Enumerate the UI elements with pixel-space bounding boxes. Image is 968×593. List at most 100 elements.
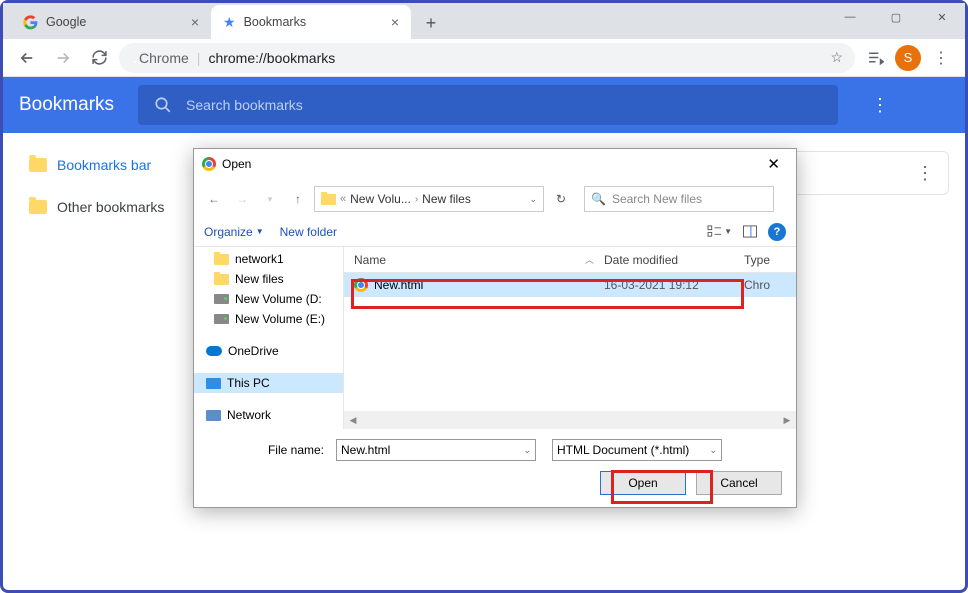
row-menu-button[interactable]: ⋮ (916, 163, 934, 184)
search-placeholder: Search New files (612, 192, 702, 206)
folder-icon (29, 158, 47, 172)
filename-input[interactable]: New.html⌄ (336, 439, 536, 461)
chevron-down-icon: ⌄ (709, 445, 717, 456)
breadcrumb-segment[interactable]: New Volu... (350, 192, 411, 206)
column-date[interactable]: Date modified (604, 253, 744, 267)
new-folder-button[interactable]: New folder (280, 225, 337, 239)
chrome-icon (202, 157, 216, 171)
google-icon (23, 15, 38, 30)
breadcrumb-prefix: « (340, 193, 346, 205)
dialog-nav-bar: ← → ▾ ↑ « New Volu... › New files ⌄ ↻ 🔍 … (194, 181, 796, 217)
dialog-footer: File name: New.html⌄ HTML Document (*.ht… (194, 429, 796, 507)
divider: | (197, 50, 201, 66)
tree-item[interactable]: New Volume (D: (194, 289, 343, 309)
tree-item[interactable]: network1 (194, 249, 343, 269)
omnibox[interactable]: Chrome | chrome://bookmarks ☆ (119, 43, 855, 73)
horizontal-scrollbar[interactable]: ◀ ▶ (344, 411, 796, 429)
search-icon (154, 96, 172, 114)
back-button[interactable] (11, 42, 43, 74)
profile-avatar[interactable]: S (895, 45, 921, 71)
sidebar-item-bookmarks-bar[interactable]: Bookmarks bar (19, 151, 189, 179)
file-row[interactable]: New.html 16-03-2021 19:12 Chro (344, 273, 796, 297)
file-list: Name︿ Date modified Type New.html 16-03-… (344, 247, 796, 429)
chevron-down-icon[interactable]: ⌄ (529, 194, 537, 205)
scroll-track[interactable] (362, 412, 778, 428)
bookmarks-sidebar: Bookmarks bar Other bookmarks (19, 151, 189, 221)
breadcrumb-segment[interactable]: New files (422, 192, 471, 206)
media-control-icon[interactable] (859, 42, 891, 74)
refresh-button[interactable]: ↻ (548, 186, 574, 212)
open-button[interactable]: Open (600, 471, 686, 495)
chrome-menu-button[interactable]: ⋮ (925, 42, 957, 74)
search-icon: 🔍 (591, 192, 606, 206)
help-button[interactable]: ? (768, 223, 786, 241)
bookmarks-menu-button[interactable]: ⋮ (862, 87, 898, 123)
close-button[interactable]: ✕ (919, 1, 965, 33)
view-mode-button[interactable]: ▼ (707, 225, 732, 238)
search-bookmarks[interactable] (138, 85, 838, 125)
tab-label: Google (46, 15, 86, 29)
tab-google[interactable]: Google × (11, 5, 211, 39)
browser-tabs-bar: Google × ★ Bookmarks × + — ▢ ✕ (3, 3, 965, 39)
address-prefix: Chrome (139, 50, 189, 66)
dialog-body: network1 New files New Volume (D: New Vo… (194, 247, 796, 429)
search-input[interactable] (186, 97, 822, 113)
tree-item-this-pc[interactable]: This PC (194, 373, 343, 393)
new-tab-button[interactable]: + (417, 9, 445, 37)
drive-icon (214, 314, 229, 324)
preview-pane-button[interactable] (742, 225, 758, 238)
folder-tree: network1 New files New Volume (D: New Vo… (194, 247, 344, 429)
forward-button[interactable] (47, 42, 79, 74)
cancel-button[interactable]: Cancel (696, 471, 782, 495)
tree-item[interactable]: New Volume (E:) (194, 309, 343, 329)
chrome-icon (354, 278, 368, 292)
file-type: Chro (744, 278, 796, 292)
scroll-right-button[interactable]: ▶ (778, 412, 796, 428)
tree-item-network[interactable]: Network (194, 405, 343, 425)
dialog-titlebar: Open ✕ (194, 149, 796, 179)
reload-button[interactable] (83, 42, 115, 74)
star-icon[interactable]: ☆ (830, 49, 843, 66)
column-name[interactable]: Name︿ (354, 253, 604, 267)
folder-icon (321, 194, 336, 205)
drive-icon (214, 294, 229, 304)
nav-recent-button[interactable]: ▾ (258, 187, 282, 211)
sidebar-item-other-bookmarks[interactable]: Other bookmarks (19, 193, 189, 221)
file-type-select[interactable]: HTML Document (*.html)⌄ (552, 439, 722, 461)
folder-icon (214, 254, 229, 265)
tab-bookmarks[interactable]: ★ Bookmarks × (211, 5, 411, 39)
pc-icon (206, 378, 221, 389)
tree-item-onedrive[interactable]: OneDrive (194, 341, 343, 361)
nav-back-button[interactable]: ← (202, 187, 226, 211)
close-icon[interactable]: × (391, 14, 399, 30)
tab-label: Bookmarks (244, 15, 307, 29)
bookmarks-header: Bookmarks ⋮ (3, 77, 965, 133)
page-title: Bookmarks (19, 94, 114, 116)
breadcrumb-path[interactable]: « New Volu... › New files ⌄ (314, 186, 544, 212)
chevron-down-icon[interactable]: ⌄ (523, 445, 531, 456)
chevron-down-icon: ▼ (256, 227, 264, 236)
dialog-search[interactable]: 🔍 Search New files (584, 186, 774, 212)
folder-icon (29, 200, 47, 214)
maximize-button[interactable]: ▢ (873, 1, 919, 33)
column-type[interactable]: Type (744, 253, 796, 267)
star-icon: ★ (223, 14, 236, 31)
nav-up-button[interactable]: ↑ (286, 187, 310, 211)
cloud-icon (206, 346, 222, 356)
address-bar: Chrome | chrome://bookmarks ☆ S ⋮ (3, 39, 965, 77)
file-open-dialog: Open ✕ ← → ▾ ↑ « New Volu... › New files… (193, 148, 797, 508)
sidebar-item-label: Bookmarks bar (57, 157, 151, 173)
sidebar-item-label: Other bookmarks (57, 199, 164, 215)
organize-button[interactable]: Organize▼ (204, 225, 264, 239)
file-date: 16-03-2021 19:12 (604, 278, 744, 292)
minimize-button[interactable]: — (827, 1, 873, 33)
file-name: New.html (374, 278, 423, 292)
tree-item[interactable]: New files (194, 269, 343, 289)
chevron-right-icon: › (415, 194, 418, 205)
dialog-title: Open (222, 157, 251, 171)
close-icon[interactable]: × (191, 14, 199, 30)
dialog-close-button[interactable]: ✕ (759, 151, 788, 177)
sort-indicator: ︿ (585, 253, 594, 266)
nav-forward-button[interactable]: → (230, 187, 254, 211)
scroll-left-button[interactable]: ◀ (344, 412, 362, 428)
